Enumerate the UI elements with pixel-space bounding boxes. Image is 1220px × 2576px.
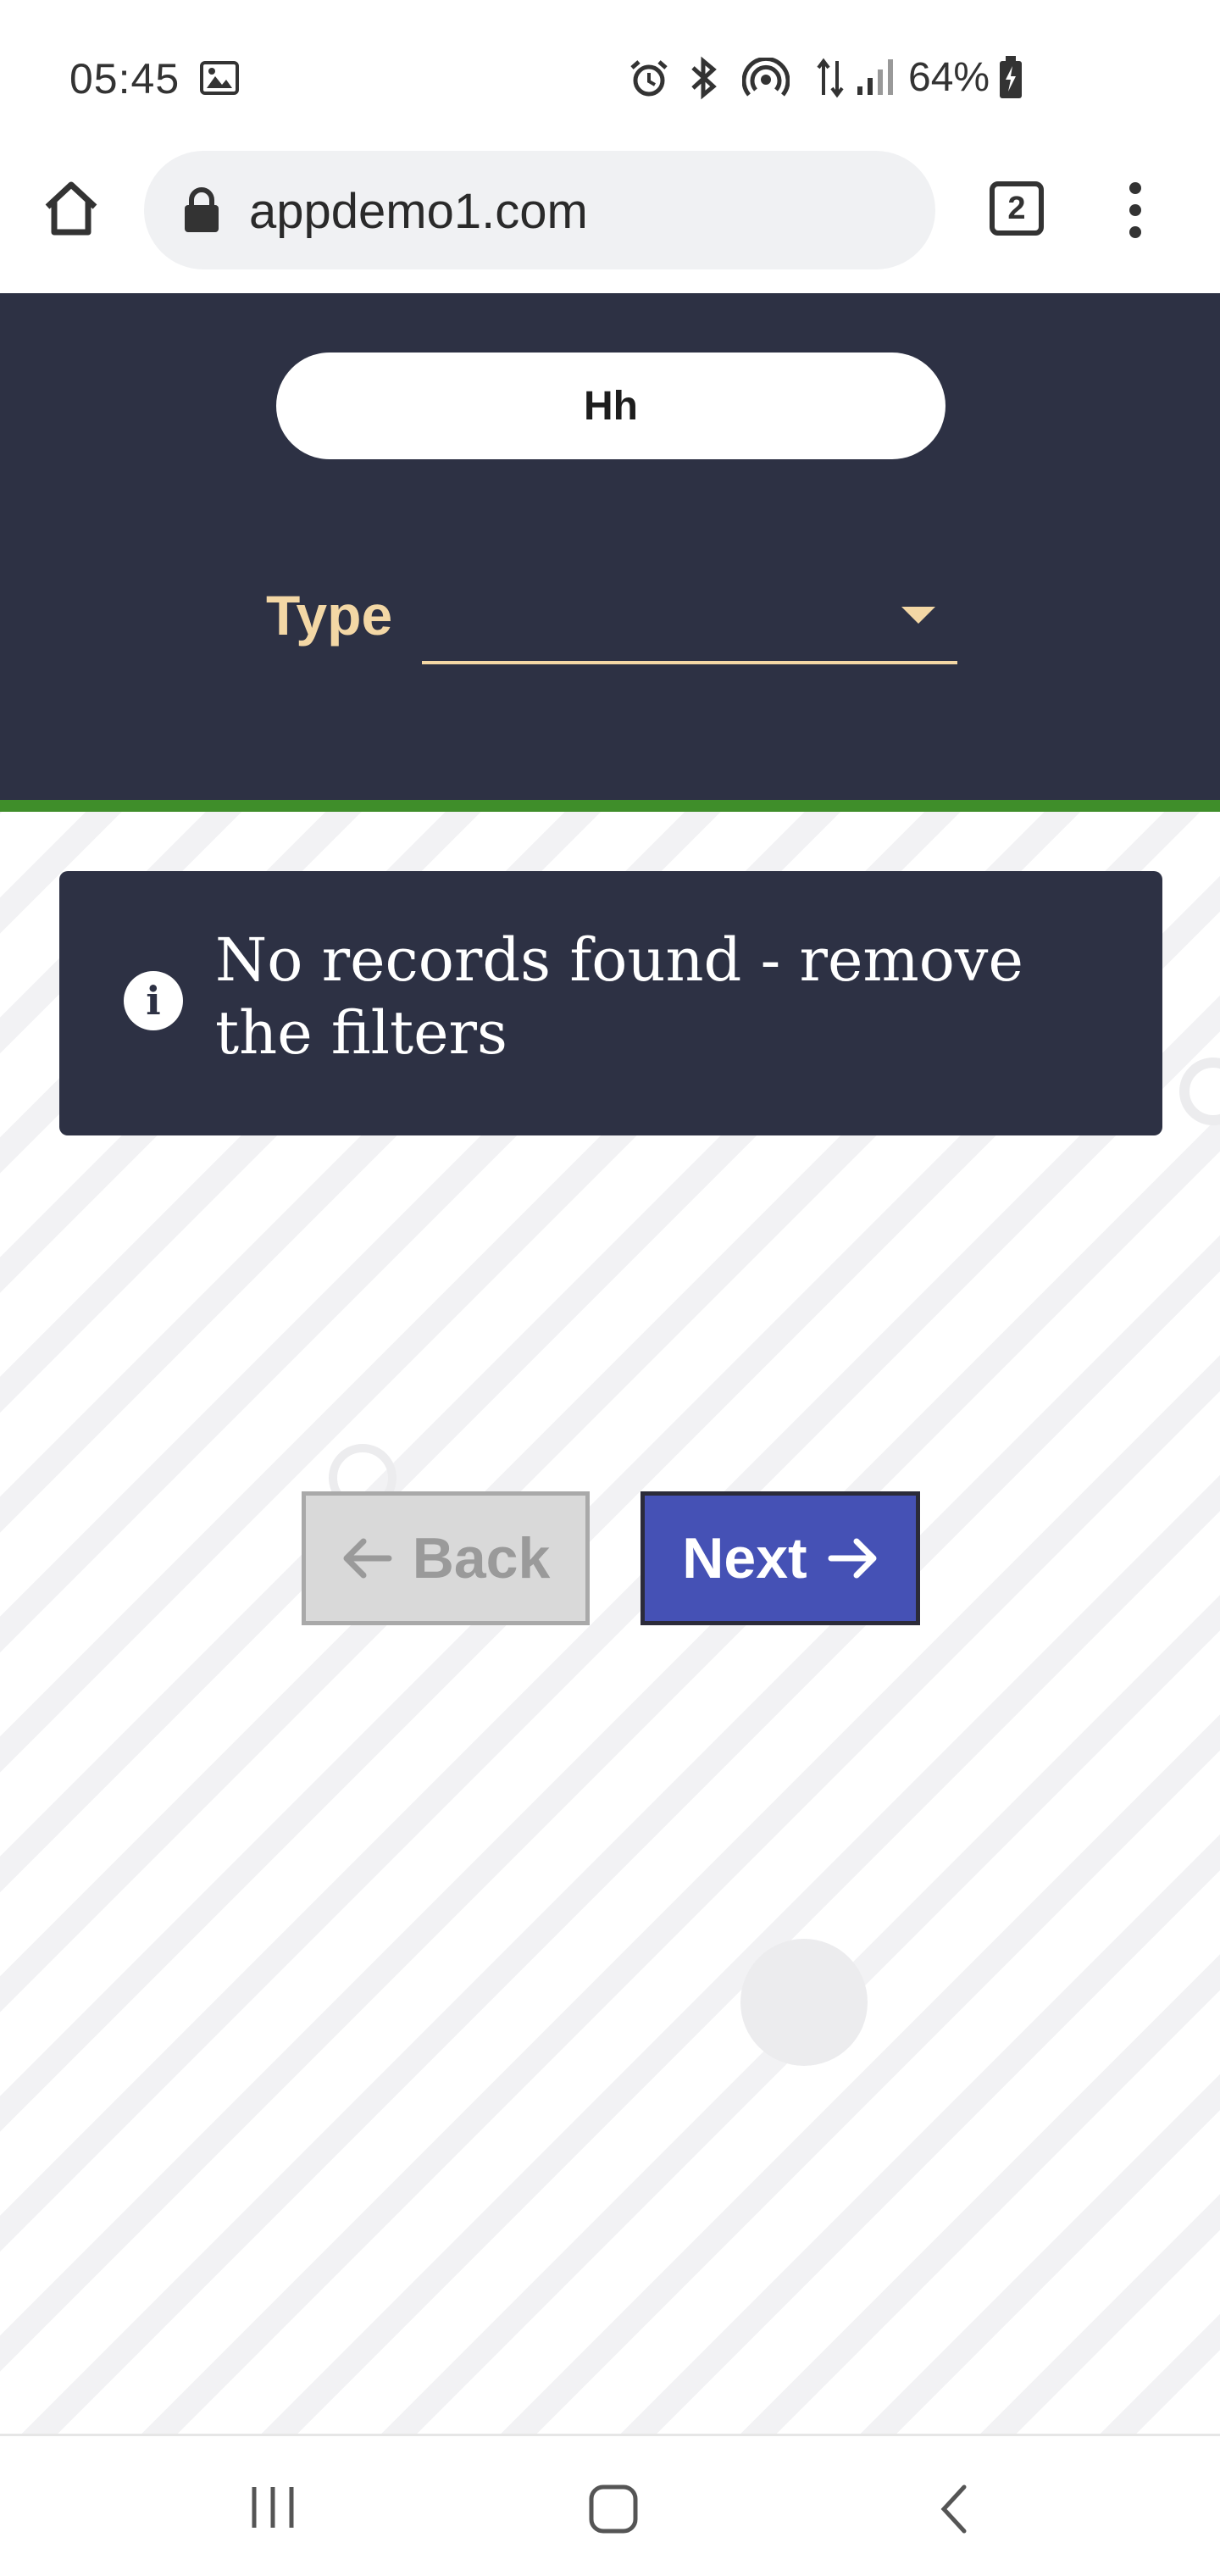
name-value: Hh (584, 383, 638, 429)
arrow-right-icon (828, 1538, 877, 1579)
tab-count: 2 (1007, 190, 1026, 226)
battery-percent: 64% (908, 55, 990, 100)
data-arrows-icon (817, 58, 844, 98)
home-icon[interactable] (41, 178, 102, 239)
next-button[interactable]: Next (640, 1491, 920, 1625)
system-nav-bar (0, 2434, 1220, 2576)
alarm-icon (630, 60, 668, 97)
tabs-icon[interactable]: 2 (990, 181, 1044, 236)
url-text: appdemo1.com (249, 184, 588, 239)
name-field[interactable]: Hh (276, 353, 946, 459)
image-icon (200, 61, 239, 95)
back-icon[interactable] (937, 2484, 971, 2534)
bluetooth-icon (691, 56, 717, 100)
alert-message: No records found - remove the filters (215, 925, 1023, 1068)
info-icon: i (124, 971, 183, 1030)
back-button[interactable]: Back (302, 1491, 590, 1625)
caret-down-icon (901, 607, 935, 624)
next-label: Next (682, 1526, 807, 1591)
no-records-alert: i No records found - remove the filters (59, 871, 1162, 1135)
content-area: i No records found - remove the filters … (0, 812, 1220, 2434)
type-select[interactable] (422, 563, 957, 664)
app-header: Hh Type (0, 293, 1220, 800)
decorative-circle (740, 1939, 868, 2066)
status-bar: 05:45 64% (0, 0, 1220, 151)
lock-icon (185, 187, 219, 232)
arrow-left-icon (343, 1538, 392, 1579)
hotspot-icon (742, 58, 790, 97)
home-icon[interactable] (588, 2484, 639, 2534)
recent-apps-icon[interactable] (247, 2484, 298, 2531)
back-label: Back (412, 1526, 551, 1591)
type-label: Type (266, 584, 393, 647)
address-bar[interactable]: appdemo1.com (144, 151, 935, 269)
browser-toolbar: appdemo1.com 2 (0, 151, 1220, 293)
battery-charging-icon (1000, 56, 1022, 98)
status-time: 05:45 (69, 55, 180, 103)
header-divider (0, 800, 1220, 812)
signal-icon (857, 59, 893, 95)
more-vert-icon[interactable] (1118, 180, 1152, 241)
decorative-circle (1179, 1058, 1220, 1125)
